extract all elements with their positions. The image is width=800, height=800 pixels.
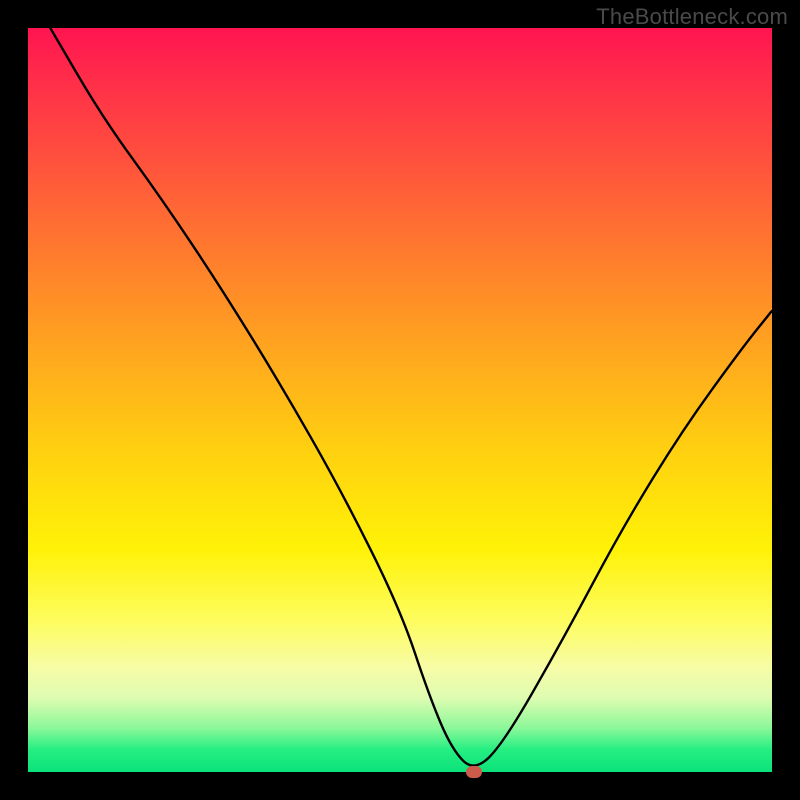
chart-frame: TheBottleneck.com (0, 0, 800, 800)
watermark-text: TheBottleneck.com (596, 4, 788, 30)
curve-path (50, 28, 772, 766)
plot-area (28, 28, 772, 772)
bottleneck-curve (28, 28, 772, 772)
min-marker (466, 766, 482, 778)
